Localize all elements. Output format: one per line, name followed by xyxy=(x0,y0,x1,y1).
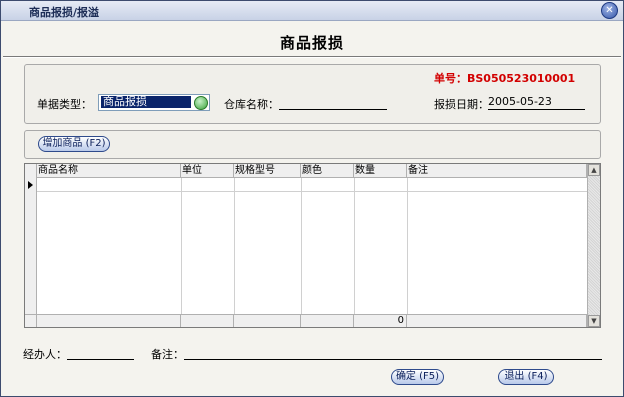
footer-cell xyxy=(301,315,354,327)
type-label: 单据类型： xyxy=(37,98,92,111)
footer-cell xyxy=(407,315,587,327)
footer-cell xyxy=(234,315,301,327)
table-row[interactable] xyxy=(37,178,587,192)
current-row-icon xyxy=(28,181,33,189)
column-divider xyxy=(234,178,235,314)
close-icon[interactable]: ✕ xyxy=(601,2,618,19)
column-header[interactable]: 规格型号 xyxy=(234,164,301,178)
date-label: 报损日期： xyxy=(434,98,489,111)
column-divider xyxy=(407,178,408,314)
type-select[interactable]: 商品报损 xyxy=(98,94,210,111)
dropdown-icon[interactable] xyxy=(194,96,208,110)
column-divider xyxy=(301,178,302,314)
doc-number: 单号：BS050523010001 xyxy=(434,72,576,85)
date-field[interactable]: 2005-05-23 xyxy=(488,95,585,110)
handler-field[interactable] xyxy=(67,345,134,360)
table-footer: 0 xyxy=(25,314,587,327)
footer-cell xyxy=(37,315,181,327)
footer-cell xyxy=(181,315,234,327)
window-title: 商品报损/报溢 xyxy=(29,6,100,19)
column-header[interactable]: 颜色 xyxy=(301,164,354,178)
column-header[interactable]: 备注 xyxy=(407,164,587,178)
column-divider xyxy=(181,178,182,314)
divider-highlight xyxy=(3,57,621,58)
dialog-window: 商品报损/报溢 ✕ 商品报损 单号：BS050523010001 单据类型： 仓… xyxy=(0,0,624,397)
column-header[interactable]: 单位 xyxy=(181,164,234,178)
column-header[interactable]: 数量 xyxy=(354,164,407,178)
remark-label: 备注： xyxy=(151,348,184,361)
remark-field[interactable] xyxy=(184,345,602,360)
handler-label: 经办人： xyxy=(23,348,67,361)
warehouse-field[interactable] xyxy=(279,95,387,110)
column-header[interactable]: 商品名称 xyxy=(37,164,181,178)
type-select-value: 商品报损 xyxy=(101,96,191,108)
total-quantity: 0 xyxy=(354,315,407,327)
page-title: 商品报损 xyxy=(279,34,344,52)
footer-cell xyxy=(25,315,37,327)
scroll-down-icon[interactable]: ▼ xyxy=(588,315,600,327)
toolbar-panel xyxy=(24,130,601,159)
scroll-up-icon[interactable]: ▲ xyxy=(588,164,600,176)
add-product-button[interactable]: 增加商品 (F2) xyxy=(38,136,110,152)
warehouse-label: 仓库名称： xyxy=(224,98,279,111)
exit-button[interactable]: 退出 (F4) xyxy=(498,369,554,385)
vertical-scrollbar[interactable]: ▲ ▼ xyxy=(587,164,600,327)
column-divider xyxy=(354,178,355,314)
ok-button[interactable]: 确定 (F5) xyxy=(391,369,444,385)
product-table[interactable]: 商品名称 单位 规格型号 颜色 数量 备注 0 ▲ ▼ xyxy=(24,163,601,328)
title-bar[interactable]: 商品报损/报溢 ✕ xyxy=(1,1,623,21)
